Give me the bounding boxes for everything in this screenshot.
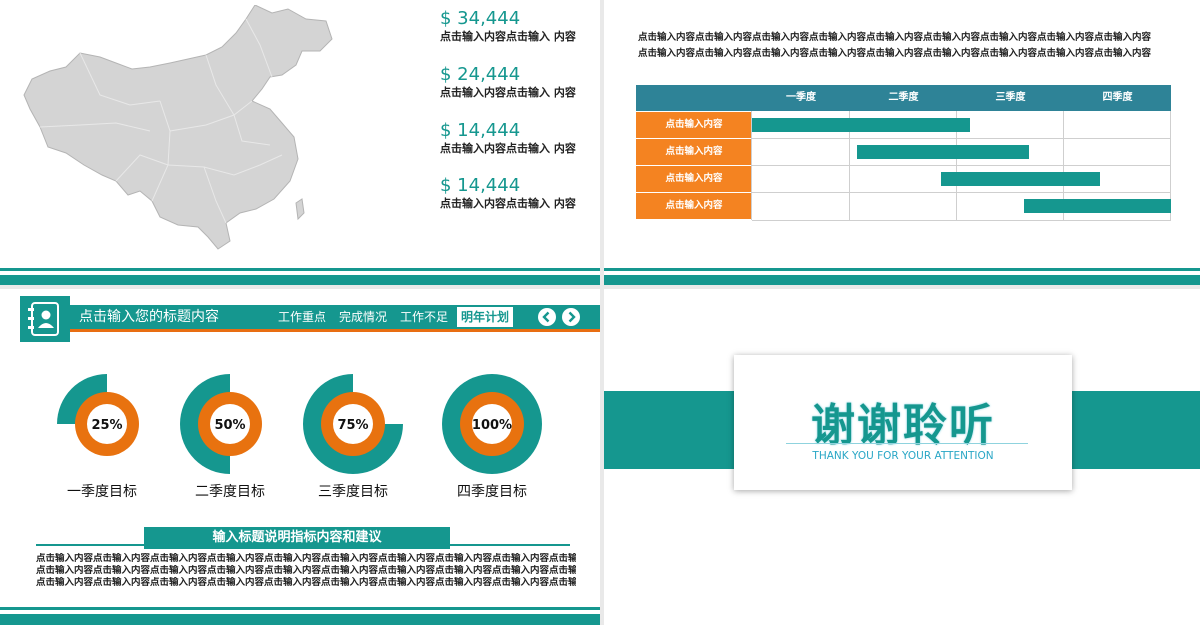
- contacts-book-icon: [20, 296, 70, 342]
- footer-band: [604, 275, 1200, 285]
- china-map-icon: [23, 5, 333, 250]
- body-line: 点击输入内容点击输入内容点击输入内容点击输入内容点击输入内容点击输入内容点击输入…: [36, 577, 576, 588]
- slide-donuts[interactable]: 点击输入您的标题内容 工作重点 完成情况 工作不足 明年计划 25% 50% 7…: [0, 289, 600, 625]
- gantt-chart: 一季度 二季度 三季度 四季度 点击输入内容 点击输入内容 点击输入内容 点击输…: [636, 85, 1171, 221]
- gantt-bar: [1024, 199, 1171, 213]
- footer-band: [0, 614, 600, 625]
- stat-text: 点击输入内容点击输入 内容: [440, 197, 576, 210]
- donut-q1: 25%: [52, 374, 162, 478]
- body-line: 点击输入内容点击输入内容点击输入内容点击输入内容点击输入内容点击输入内容点击输入…: [36, 565, 576, 576]
- stat-text: 点击输入内容点击输入 内容: [440, 86, 576, 99]
- footer-line: [604, 268, 1200, 271]
- gantt-col-header: 三季度: [995, 92, 1026, 103]
- thanks-subtitle: THANK YOU FOR YOUR ATTENTION: [812, 450, 994, 462]
- chevron-left-icon: [542, 311, 550, 323]
- gantt-row-label: 点击输入内容: [636, 166, 752, 192]
- stat-value: $ 14,444: [440, 175, 521, 196]
- stat-value: $ 34,444: [440, 8, 521, 29]
- tab-completion[interactable]: 完成情况: [339, 305, 387, 329]
- gantt-gridline: [752, 220, 1171, 221]
- donut-q4: 100%: [437, 374, 547, 478]
- donut-label: 四季度目标: [457, 484, 527, 500]
- prev-button[interactable]: [538, 308, 556, 326]
- tab-work-focus[interactable]: 工作重点: [278, 305, 326, 329]
- donut-label: 一季度目标: [67, 484, 137, 500]
- thanks-divider: [786, 443, 1028, 444]
- stat-item: $ 34,444 点击输入内容点击输入 内容: [440, 8, 600, 44]
- donut-label: 三季度目标: [318, 484, 388, 500]
- donut-chart: 100%: [442, 374, 542, 474]
- donut-percent-label: 75%: [337, 418, 368, 433]
- donut-percent-label: 100%: [472, 418, 512, 433]
- gantt-gridline: [752, 138, 1171, 139]
- stat-item: $ 14,444 点击输入内容点击输入 内容: [440, 120, 600, 156]
- gantt-bar: [940, 172, 1100, 186]
- stat-text: 点击输入内容点击输入 内容: [440, 142, 576, 155]
- gantt-bar: [856, 145, 1029, 159]
- gantt-gridline: [752, 192, 1171, 193]
- title-bar: 点击输入您的标题内容 工作重点 完成情况 工作不足 明年计划: [0, 296, 600, 342]
- donut-percent-label: 50%: [214, 418, 245, 433]
- stat-value: $ 14,444: [440, 120, 521, 141]
- stat-text: 点击输入内容点击输入 内容: [440, 30, 576, 43]
- donut-label: 二季度目标: [195, 484, 265, 500]
- slide-map-stats[interactable]: $ 34,444 点击输入内容点击输入 内容 $ 24,444 点击输入内容点击…: [0, 0, 600, 285]
- donut-chart: 50%: [180, 374, 262, 474]
- paragraph: 点击输入内容点击输入内容点击输入内容点击输入内容点击输入内容点击输入内容点击输入…: [638, 30, 1183, 62]
- title-underline: [70, 329, 600, 332]
- slide-thanks[interactable]: 谢谢聆听 THANK YOU FOR YOUR ATTENTION: [604, 289, 1200, 625]
- body-text: 点击输入内容点击输入内容点击输入内容点击输入内容点击输入内容点击输入内容点击输入…: [36, 553, 576, 589]
- gantt-col-header: 四季度: [1102, 92, 1133, 103]
- donut-q2: 50%: [175, 374, 285, 478]
- gantt-col-header: 二季度: [888, 92, 919, 103]
- donut-percent-label: 25%: [91, 418, 122, 433]
- gantt-row-label: 点击输入内容: [636, 112, 752, 138]
- thanks-card: 谢谢聆听 THANK YOU FOR YOUR ATTENTION: [734, 355, 1072, 490]
- page-title: 点击输入您的标题内容: [79, 309, 219, 325]
- paragraph-line: 点击输入内容点击输入内容点击输入内容点击输入内容点击输入内容点击输入内容点击输入…: [638, 48, 1152, 59]
- footer-line: [0, 268, 600, 271]
- donut-q3: 75%: [298, 374, 408, 478]
- footer-line: [0, 607, 600, 610]
- gantt-header: 一季度 二季度 三季度 四季度: [636, 85, 1171, 111]
- stat-value: $ 24,444: [440, 64, 521, 85]
- body-line: 点击输入内容点击输入内容点击输入内容点击输入内容点击输入内容点击输入内容点击输入…: [36, 553, 576, 564]
- gantt-col-header: 一季度: [786, 92, 816, 103]
- chevron-right-icon: [568, 311, 576, 323]
- tab-shortcomings[interactable]: 工作不足: [400, 305, 448, 329]
- donut-chart: 25%: [57, 374, 139, 456]
- gantt-row-label: 点击输入内容: [636, 139, 752, 165]
- stat-item: $ 24,444 点击输入内容点击输入 内容: [440, 64, 600, 100]
- gantt-bar: [752, 118, 970, 132]
- gantt-row-label: 点击输入内容: [636, 193, 752, 219]
- donut-chart: 75%: [303, 374, 403, 474]
- tab-next-year-plan[interactable]: 明年计划: [457, 307, 514, 327]
- gantt-gridline: [752, 165, 1171, 166]
- paragraph-line: 点击输入内容点击输入内容点击输入内容点击输入内容点击输入内容点击输入内容点击输入…: [638, 32, 1152, 43]
- section-subtitle: 输入标题说明指标内容和建议: [144, 527, 450, 549]
- stat-item: $ 14,444 点击输入内容点击输入 内容: [440, 175, 600, 211]
- slide-gantt[interactable]: 点击输入内容点击输入内容点击输入内容点击输入内容点击输入内容点击输入内容点击输入…: [604, 0, 1200, 285]
- footer-band: [0, 275, 600, 285]
- next-button[interactable]: [562, 308, 580, 326]
